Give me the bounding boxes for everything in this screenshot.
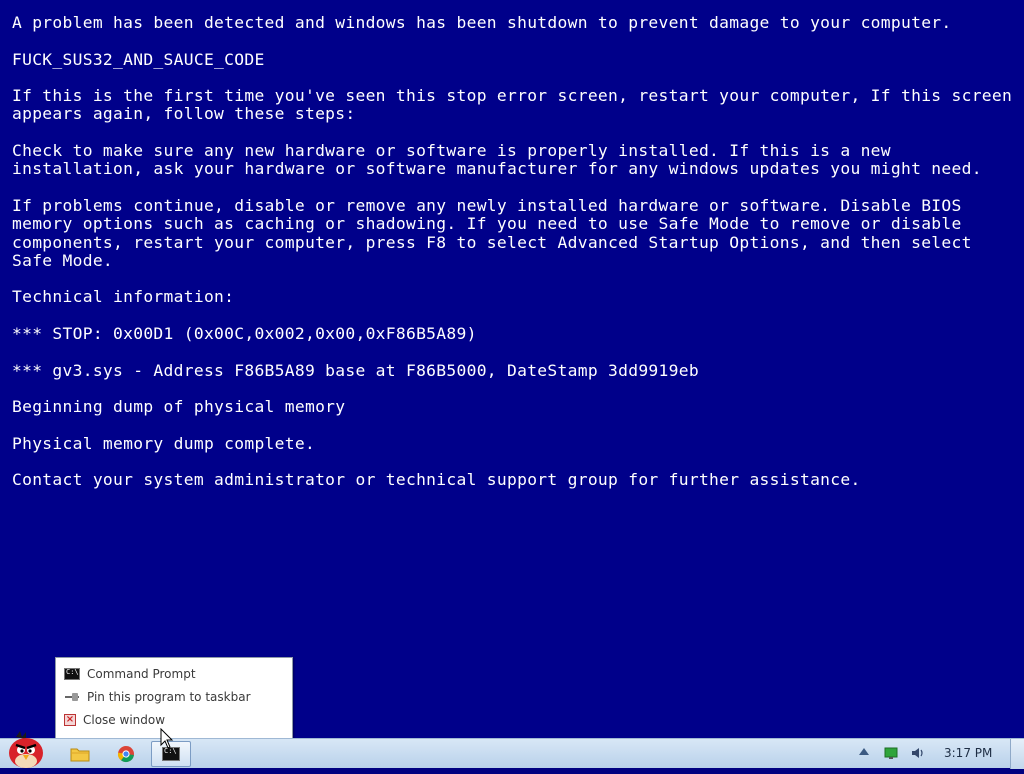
bsod-line: Check to make sure any new hardware or s… (12, 141, 982, 179)
show-desktop-button[interactable] (1010, 739, 1024, 769)
taskbar-clock[interactable]: 3:17 PM (944, 746, 992, 760)
jump-list-label: Close window (83, 713, 166, 727)
mouse-cursor-icon (160, 728, 174, 749)
jump-list-label: Command Prompt (87, 667, 196, 681)
network-icon[interactable] (884, 746, 898, 760)
bsod-line: Physical memory dump complete. (12, 433, 316, 453)
bsod-line: *** gv3.sys - Address F86B5A89 base at F… (12, 360, 699, 380)
blue-screen: A problem has been detected and windows … (0, 0, 1024, 738)
chrome-icon (117, 746, 134, 763)
show-hidden-icons-arrow[interactable] (859, 748, 869, 755)
taskbar-jump-list: Command Prompt Pin this program to taskb… (55, 657, 293, 739)
taskbar: 3:17 PM (0, 731, 1024, 769)
jump-list-close-window[interactable]: × Close window (64, 711, 165, 729)
bsod-line: If this is the first time you've seen th… (12, 86, 1023, 124)
command-prompt-icon (64, 668, 80, 680)
jump-list-label: Pin this program to taskbar (87, 690, 251, 704)
bsod-line: If problems continue, disable or remove … (12, 195, 982, 270)
pin-icon (64, 691, 80, 703)
taskbar-chrome-button[interactable] (106, 741, 146, 767)
stop-error-text: A problem has been detected and windows … (12, 13, 1023, 508)
folder-icon (70, 748, 90, 762)
start-button[interactable] (2, 731, 46, 769)
taskbar-folder-button[interactable] (60, 741, 100, 767)
bsod-line: *** STOP: 0x00D1 (0x00C,0x002,0x00,0xF86… (12, 324, 477, 344)
bsod-line: Contact your system administrator or tec… (12, 470, 861, 490)
bsod-line: FUCK_SUS32_AND_SAUCE_CODE (12, 49, 265, 69)
volume-icon[interactable] (911, 746, 925, 760)
close-icon: × (64, 714, 76, 726)
angry-birds-start-icon (9, 731, 43, 768)
bsod-line: A problem has been detected and windows … (12, 13, 952, 32)
bsod-line: Technical information: (12, 287, 235, 307)
bsod-line: Beginning dump of physical memory (12, 397, 346, 417)
jump-list-command-prompt[interactable]: Command Prompt (64, 665, 196, 683)
jump-list-pin-to-taskbar[interactable]: Pin this program to taskbar (64, 688, 251, 706)
